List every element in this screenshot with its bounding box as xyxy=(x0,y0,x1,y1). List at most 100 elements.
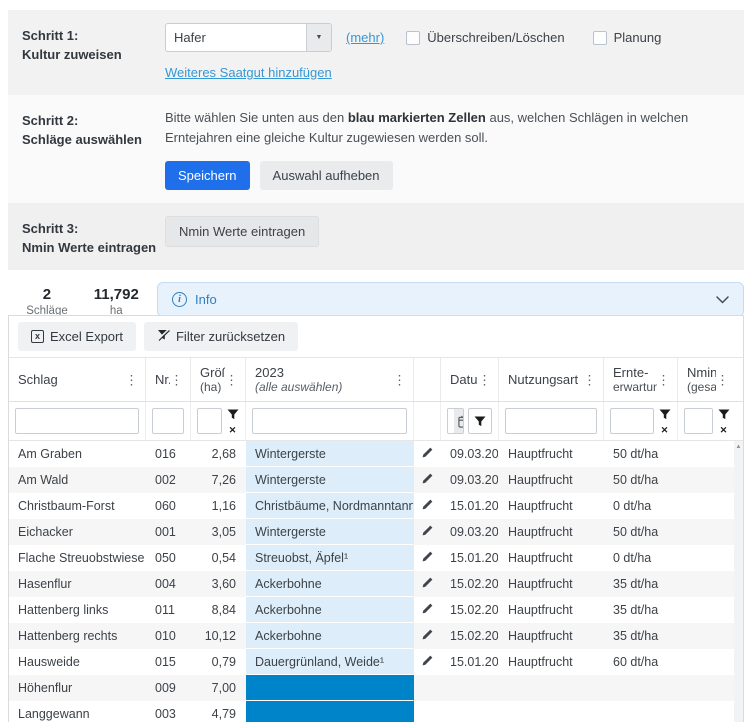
column-menu-icon-nmin[interactable]: ⋮ xyxy=(714,371,731,388)
clear-selection-button[interactable]: Auswahl aufheben xyxy=(259,161,393,190)
step-3-section: Schritt 3: Nmin Werte eintragen Nmin Wer… xyxy=(8,203,744,270)
filter-input-ernte[interactable] xyxy=(610,408,654,434)
step-2-label: Schritt 2: Schläge auswählen xyxy=(22,108,165,190)
crop-year-cell[interactable]: Wintergerste xyxy=(246,441,414,467)
filter-clear-icon-groesse[interactable]: ✕ xyxy=(229,426,237,435)
info-accordion[interactable]: i Info xyxy=(157,282,744,317)
field-number-cell: 003 xyxy=(155,707,176,721)
scroll-up-icon[interactable]: ▲ xyxy=(736,444,742,722)
planning-checkbox[interactable] xyxy=(592,30,607,45)
crop-year-cell[interactable] xyxy=(246,675,414,701)
date-cell: 15.01.2023 xyxy=(450,499,499,513)
dropdown-arrow-icon[interactable]: ▼ xyxy=(306,24,331,51)
filter-funnel-icon-ernte[interactable] xyxy=(659,407,671,425)
field-number-cell: 009 xyxy=(155,681,176,695)
table-scrollbar[interactable]: ▲ xyxy=(734,441,743,722)
column-menu-icon-kultur[interactable]: ⋮ xyxy=(391,371,408,388)
column-menu-icon-nutzungsart[interactable]: ⋮ xyxy=(581,371,598,388)
excel-export-button[interactable]: x Excel Export xyxy=(18,322,136,351)
filter-funnel-icon-groesse[interactable] xyxy=(227,407,239,425)
date-filter-funnel-button[interactable] xyxy=(468,408,492,434)
edit-cell xyxy=(414,493,441,519)
filter-input-nmin[interactable] xyxy=(684,408,713,434)
field-name-cell: Hasenflur xyxy=(18,577,72,591)
save-button[interactable]: Speichern xyxy=(165,161,250,190)
column-header-nr: Nr. ⋮ xyxy=(146,358,191,401)
field-size-cell: 2,68 xyxy=(211,447,236,461)
field-size-cell: 0,79 xyxy=(211,655,236,669)
usage-type-cell: Hauptfrucht xyxy=(508,447,573,461)
yield-expectation-cell: 50 dt/ha xyxy=(613,447,659,461)
step-1-subtitle: Kultur zuweisen xyxy=(22,47,122,62)
filter-input-nr[interactable] xyxy=(152,408,184,434)
filter-cell-groesse: ✕ xyxy=(191,402,246,440)
filter-funnel-group-nmin: ✕ xyxy=(717,407,730,435)
usage-type-cell xyxy=(499,701,604,722)
edit-pencil-icon[interactable] xyxy=(421,628,434,644)
column-header-groesse: Größe(ha)⋮ xyxy=(191,358,246,401)
table-row: Am Graben 016 2,68 Wintergerste 09.03.2023 Ha… xyxy=(9,441,743,467)
chevron-down-icon[interactable] xyxy=(716,291,729,309)
crop-year-cell[interactable]: Wintergerste xyxy=(246,467,414,493)
edit-pencil-icon[interactable] xyxy=(421,550,434,566)
filter-input-groesse[interactable] xyxy=(197,408,222,434)
filter-cell-ernte: ✕ xyxy=(604,402,678,440)
column-label-ernte: Ernte- xyxy=(613,365,649,380)
crop-year-cell[interactable]: Ackerbohne xyxy=(246,597,414,623)
edit-pencil-icon[interactable] xyxy=(421,654,434,670)
column-menu-icon-nr[interactable]: ⋮ xyxy=(168,371,185,388)
column-menu-icon-schlag[interactable]: ⋮ xyxy=(123,371,140,388)
summary-row: 2 Schläge 11,792 ha i Info xyxy=(8,282,744,317)
filter-clear-icon-ernte[interactable]: ✕ xyxy=(661,426,669,435)
crop-year-cell[interactable]: Streuobst, Äpfel¹ xyxy=(246,545,414,571)
calendar-icon[interactable] xyxy=(454,409,463,433)
field-name-cell: Christbaum-Forst xyxy=(18,499,115,513)
column-sublabel-ernte: erwartung xyxy=(613,380,657,394)
crop-year-cell[interactable]: Ackerbohne xyxy=(246,571,414,597)
field-number-cell: 060 xyxy=(155,499,176,513)
edit-pencil-icon[interactable] xyxy=(421,524,434,540)
column-menu-icon-groesse[interactable]: ⋮ xyxy=(223,371,240,388)
field-size-cell: 1,16 xyxy=(211,499,236,513)
crop-year-cell[interactable]: Ackerbohne xyxy=(246,623,414,649)
nmin-values-button[interactable]: Nmin Werte eintragen xyxy=(165,216,320,247)
field-name-cell: Am Graben xyxy=(18,447,82,461)
field-size-cell: 7,00 xyxy=(211,681,236,695)
filter-clear-icon-nmin[interactable]: ✕ xyxy=(720,426,728,435)
date-cell: 15.02.2023 xyxy=(450,629,499,643)
column-menu-icon-datum[interactable]: ⋮ xyxy=(476,371,493,388)
edit-pencil-icon[interactable] xyxy=(421,576,434,592)
filter-input-kultur[interactable] xyxy=(252,408,407,434)
area-value: 11,792 xyxy=(93,286,139,303)
filter-funnel-icon-nmin[interactable] xyxy=(718,407,730,425)
mehr-link[interactable]: (mehr) xyxy=(346,30,384,45)
filter-reset-button[interactable]: Filter zurücksetzen xyxy=(143,322,299,351)
edit-cell xyxy=(414,545,441,571)
field-number-cell: 001 xyxy=(155,525,176,539)
add-seed-link[interactable]: Weiteres Saatgut hinzufügen xyxy=(165,65,332,80)
crop-year-cell[interactable] xyxy=(246,701,414,722)
fields-table: x Excel Export Filter zurücksetzen Schla… xyxy=(8,315,744,722)
crop-select[interactable]: Hafer ▼ xyxy=(165,23,332,52)
field-number-cell: 050 xyxy=(155,551,176,565)
date-cell: 15.01.2023 xyxy=(450,655,499,669)
edit-pencil-icon[interactable] xyxy=(421,472,434,488)
edit-cell xyxy=(414,467,441,493)
crop-year-cell[interactable]: Dauergrünland, Weide¹ xyxy=(246,649,414,675)
info-label: Info xyxy=(195,292,217,307)
column-menu-icon-ernte[interactable]: ⋮ xyxy=(655,371,672,388)
edit-pencil-icon[interactable] xyxy=(421,498,434,514)
filter-input-nutzungsart[interactable] xyxy=(505,408,597,434)
overwrite-checkbox[interactable] xyxy=(406,30,421,45)
nmin-cell xyxy=(678,571,736,597)
crop-year-cell[interactable]: Christbäume, Nordmanntanne¹ xyxy=(246,493,414,519)
column-header-nutzungsart: Nutzungsart ⋮ xyxy=(499,358,604,401)
field-name-cell: Am Wald xyxy=(18,473,69,487)
edit-pencil-icon[interactable] xyxy=(421,446,434,462)
filter-input-schlag[interactable] xyxy=(15,408,139,434)
yield-expectation-cell: 50 dt/ha xyxy=(613,473,659,487)
crop-year-cell[interactable]: Wintergerste xyxy=(246,519,414,545)
yield-expectation-cell: 60 dt/ha xyxy=(613,655,659,669)
edit-pencil-icon[interactable] xyxy=(421,602,434,618)
crop-assignment-page: Schritt 1: Kultur zuweisen Hafer ▼ (mehr… xyxy=(0,10,752,722)
